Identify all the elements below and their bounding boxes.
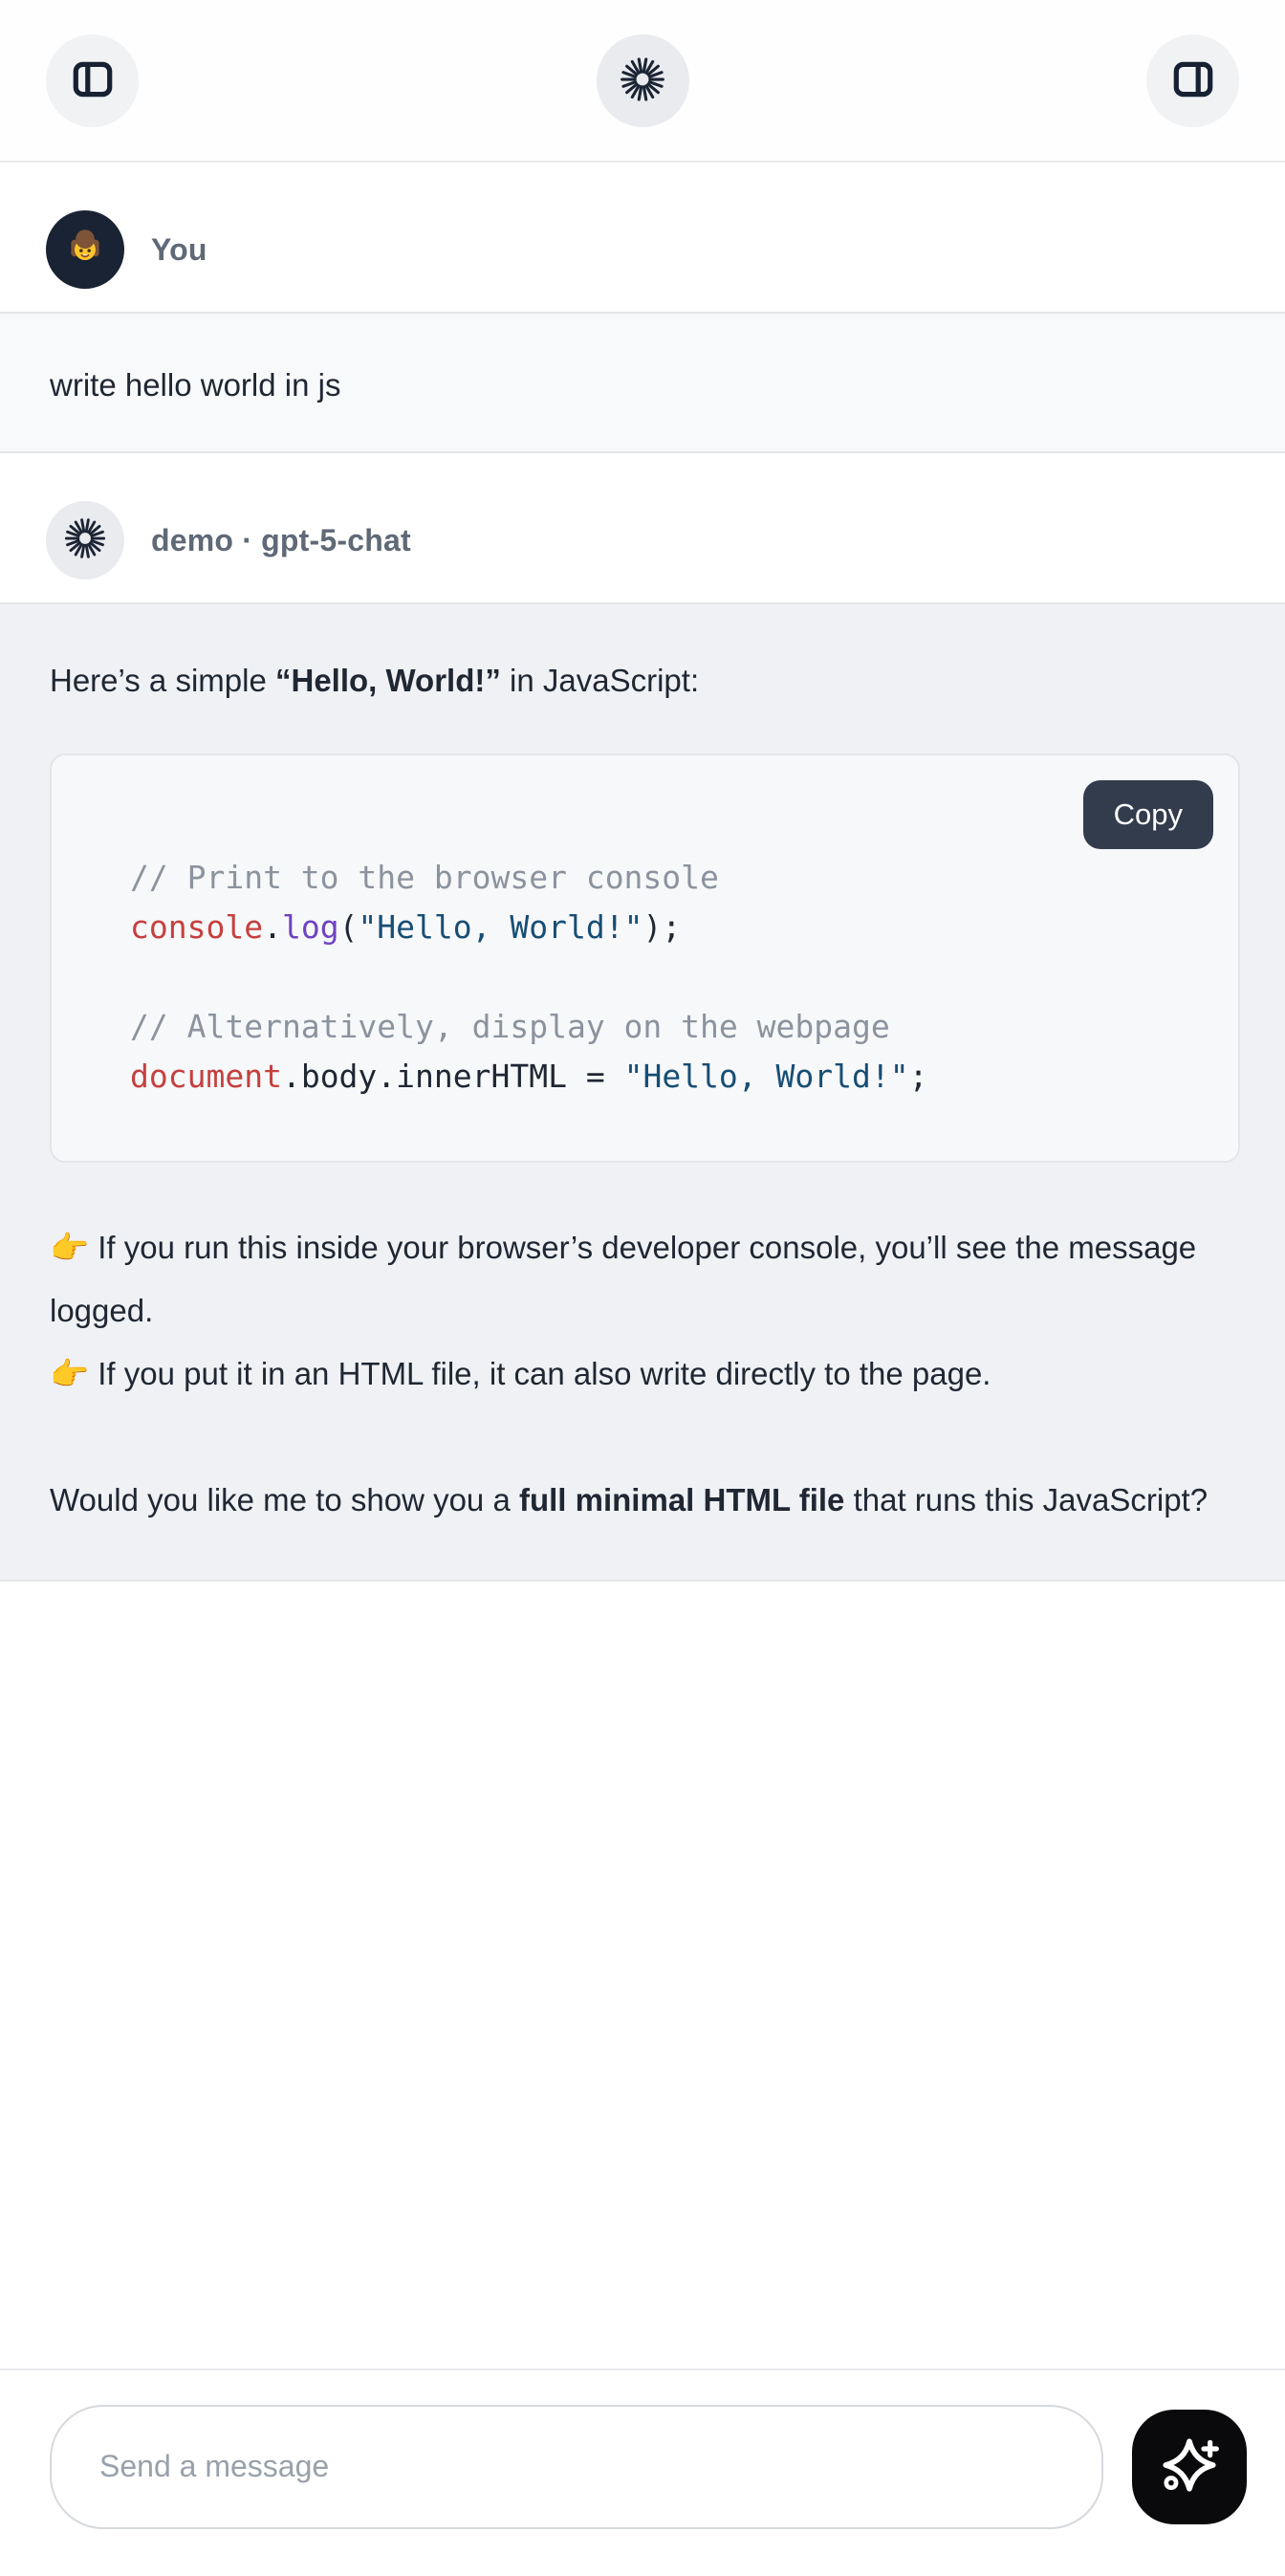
code-token: // Print to the browser console [130,859,719,896]
closing-text-post: that runs this JavaScript? [844,1482,1208,1517]
code-content: // Print to the browser console console.l… [130,853,1200,1102]
assistant-author-label: demo · gpt-5-chat [151,523,411,558]
starburst-icon [63,516,107,565]
tip-line: 👉 If you put it in an HTML file, it can … [50,1343,1240,1406]
intro-text-post: in JavaScript: [501,663,699,698]
code-token: log [282,908,339,946]
assistant-closing-paragraph: Would you like me to show you a full min… [50,1469,1240,1532]
code-token: // Alternatively, display on the webpage [130,1008,890,1045]
message-input[interactable] [50,2405,1103,2529]
panel-right-icon [1169,55,1217,106]
code-block: Copy // Print to the browser console cons… [50,753,1240,1163]
code-token: .body.innerHTML = [282,1058,624,1095]
code-token: ); [642,908,681,946]
assistant-intro-paragraph: Here’s a simple “Hello, World!” in JavaS… [50,658,1240,704]
tip-line: 👉 If you run this inside your browser’s … [50,1216,1240,1343]
code-token: "Hello, World!" [358,908,642,946]
code-token: document [130,1058,282,1095]
app-logo-button[interactable] [597,34,689,127]
code-token: ; [909,1058,928,1095]
closing-text-bold: full minimal HTML file [519,1482,844,1517]
chat-scroll-area[interactable]: You write hello world in js demo · gpt-5… [0,163,1285,2576]
user-role-row: You [0,163,1285,312]
user-avatar [46,210,124,289]
code-line: console.log("Hello, World!"); [130,903,1200,952]
sidebar-toggle-button[interactable] [46,34,139,127]
code-token: . [263,908,282,946]
intro-text-pre: Here’s a simple [50,663,275,698]
user-author-label: You [151,232,207,268]
starburst-icon [619,55,666,106]
code-token: console [130,908,263,946]
right-panel-toggle-button[interactable] [1146,34,1239,127]
assistant-tips-paragraph: 👉 If you run this inside your browser’s … [50,1216,1240,1406]
code-line: document.body.innerHTML = "Hello, World!… [130,1052,1200,1102]
send-button[interactable] [1132,2410,1247,2524]
sparkle-icon [1158,2434,1221,2500]
person-emoji-avatar [61,224,109,276]
intro-text-bold: “Hello, World!” [275,663,501,698]
copy-code-button[interactable]: Copy [1083,780,1213,849]
top-bar [0,0,1285,163]
code-line: // Print to the browser console [130,853,1200,903]
code-line: // Alternatively, display on the webpage [130,1002,1200,1052]
assistant-message: Here’s a simple “Hello, World!” in JavaS… [0,602,1285,1582]
user-message-text: write hello world in js [50,367,340,403]
assistant-avatar [46,501,124,579]
panel-left-icon [69,55,117,106]
user-message: write hello world in js [0,312,1285,453]
composer-bar [0,2369,1285,2576]
closing-text-pre: Would you like me to show you a [50,1482,519,1517]
assistant-role-row: demo · gpt-5-chat [0,453,1285,602]
code-token: "Hello, World!" [624,1058,909,1095]
code-line [130,952,1200,1002]
code-token: ( [339,908,359,946]
